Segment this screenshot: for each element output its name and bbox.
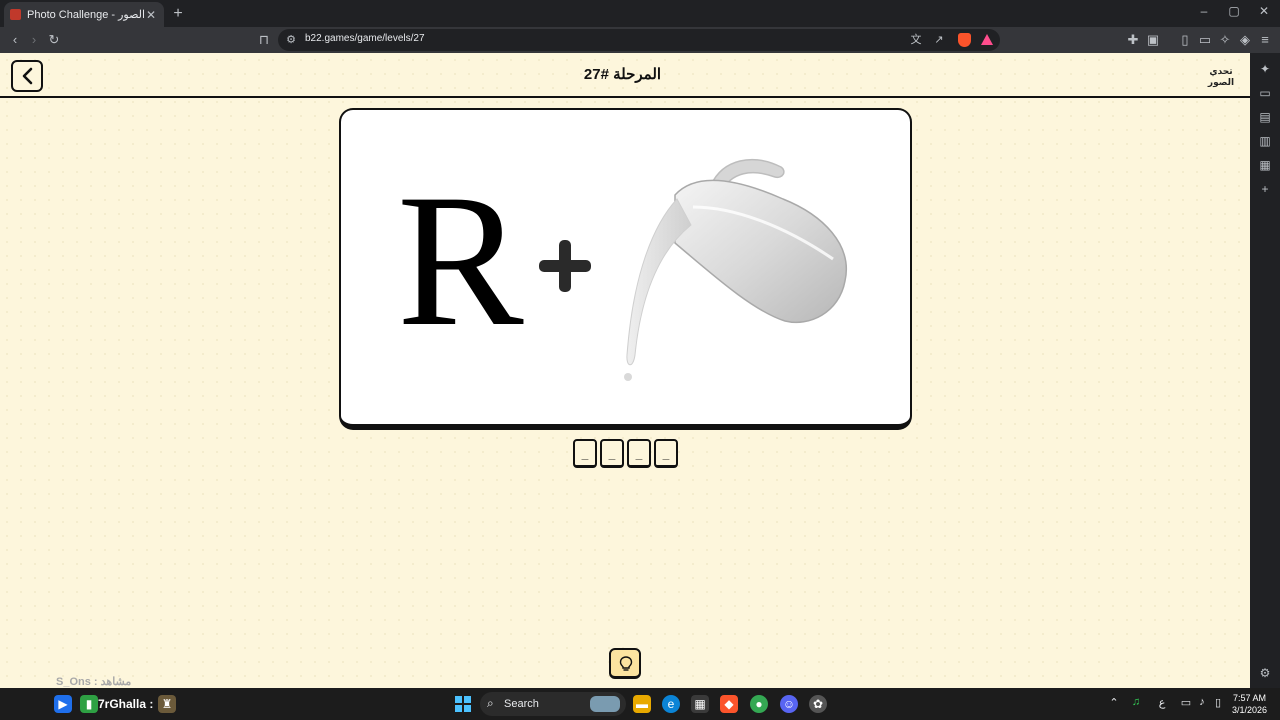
svg-text:الصور: الصور	[1207, 78, 1234, 88]
answer-slot[interactable]: _	[627, 439, 651, 468]
tab-title: Photo Challenge - لعبة تحدي الصور	[27, 9, 144, 21]
minimize-button[interactable]: –	[1196, 4, 1212, 18]
widget-title[interactable]: 7rGhalla :	[98, 697, 153, 711]
brave-shield-icon[interactable]	[958, 33, 971, 47]
vpn-icon[interactable]: ◈	[1236, 31, 1254, 49]
bookmark-icon[interactable]: ⊓	[255, 31, 273, 49]
url-text[interactable]: b22.games/game/levels/27	[305, 33, 425, 44]
svg-text:تحدي: تحدي	[1209, 67, 1232, 77]
brave-rewards-icon[interactable]	[981, 34, 993, 45]
game-page: المرحلة #27 تحدي الصور R _ _ _ _ S_Ons:…	[0, 53, 1250, 688]
new-tab-button[interactable]: +	[170, 5, 186, 23]
plus-icon	[539, 240, 591, 292]
puzzle-letter: R	[397, 156, 524, 366]
clock-time: 7:57 AM	[1233, 693, 1267, 703]
site-logo[interactable]: تحدي الصور	[1204, 61, 1238, 91]
answer-slot[interactable]: _	[654, 439, 678, 468]
network-icon[interactable]: ▭	[1178, 696, 1194, 709]
battery-icon[interactable]: ▯	[1210, 696, 1226, 709]
reload-icon[interactable]: ↻	[45, 31, 63, 49]
tab-close-icon[interactable]: ✕	[144, 8, 158, 22]
widget-app-icon[interactable]: ▶	[54, 695, 72, 713]
browser-tabstrip: Photo Challenge - لعبة تحدي الصور ✕ + – …	[0, 0, 1280, 27]
site-favicon-icon	[10, 9, 21, 20]
browser-tab[interactable]: Photo Challenge - لعبة تحدي الصور ✕	[4, 2, 164, 27]
close-window-button[interactable]: ✕	[1256, 4, 1272, 18]
store-icon[interactable]: ▦	[691, 695, 709, 713]
address-bar[interactable]: ⚙ b22.games/game/levels/27 文 ↗	[278, 29, 1000, 51]
translate-icon[interactable]: 文	[907, 31, 925, 49]
search-label: Search	[504, 698, 539, 710]
file-explorer-icon[interactable]: ▬	[633, 695, 651, 713]
maximize-button[interactable]: ▢	[1226, 4, 1242, 18]
answer-slots: _ _ _ _	[573, 439, 678, 469]
app-icon[interactable]: ✿	[809, 695, 827, 713]
widget-status-icon[interactable]: ▮	[80, 695, 98, 713]
search-highlight-icon	[590, 696, 620, 712]
discord-icon[interactable]: ☺	[780, 695, 798, 713]
playlist-icon[interactable]: ▭	[1257, 85, 1273, 101]
taskbar: ▶ ▮ 7rGhalla : ♜ ⌕ Search ▬ e ▦ ◆ ● ☺ ✿ …	[0, 688, 1280, 720]
forward-arrow-icon[interactable]: ›	[25, 31, 43, 49]
taskbar-search[interactable]: ⌕ Search	[480, 692, 626, 716]
sidebar-toggle-icon[interactable]: ▯	[1176, 31, 1194, 49]
level-title: المرحلة #27	[583, 66, 662, 83]
answer-slot[interactable]: _	[600, 439, 624, 468]
chrome-icon[interactable]: ●	[750, 695, 768, 713]
browser-sidebar: ✦ ▭ ▤ ▥ ▦ + ⚙	[1250, 53, 1280, 688]
menu-icon[interactable]: ≡	[1256, 31, 1274, 49]
stream-watermark: S_Ons : مشاهد	[56, 676, 132, 688]
wallet-sidebar-icon[interactable]: ▤	[1257, 109, 1273, 125]
start-menu-icon[interactable]	[455, 696, 471, 712]
edge-icon[interactable]: e	[662, 695, 680, 713]
answer-slot[interactable]: _	[573, 439, 597, 468]
widget-thumbnail-icon[interactable]: ♜	[158, 695, 176, 713]
back-arrow-icon[interactable]: ‹	[6, 31, 24, 49]
search-icon: ⌕	[487, 696, 494, 710]
tray-overflow-icon[interactable]: ⌃	[1106, 696, 1122, 709]
taskbar-clock[interactable]: 7:57 AM 3/1/2026	[1232, 692, 1267, 716]
clock-date: 3/1/2026	[1232, 705, 1268, 715]
add-sidebar-item-icon[interactable]: +	[1257, 181, 1273, 197]
leo-ai-icon[interactable]: ✧	[1216, 31, 1234, 49]
microphone-icon[interactable]: ♫	[1128, 696, 1144, 708]
browser-toolbar: ‹ › ↻ ⊓ ⚙ b22.games/game/levels/27 文 ↗ ✚…	[0, 27, 1280, 53]
share-icon[interactable]: ↗	[930, 31, 948, 49]
sidebar-settings-icon[interactable]: ⚙	[1257, 665, 1273, 681]
puzzle-card: R	[339, 108, 912, 430]
hint-button[interactable]	[609, 648, 641, 679]
reading-list-icon[interactable]: ▦	[1257, 157, 1273, 173]
site-info-icon[interactable]: ⚙	[282, 31, 300, 49]
milk-pitcher-image	[624, 159, 847, 381]
brave-browser-icon[interactable]: ◆	[720, 695, 738, 713]
volume-icon[interactable]: ♪	[1194, 696, 1210, 708]
lightbulb-icon	[619, 656, 633, 671]
language-indicator[interactable]: ع	[1154, 696, 1170, 709]
extensions-icon[interactable]: ✚	[1124, 31, 1142, 49]
leo-sidebar-icon[interactable]: ✦	[1257, 61, 1273, 77]
bookmarks-sidebar-icon[interactable]: ▥	[1257, 133, 1273, 149]
wallet-icon[interactable]: ▭	[1196, 31, 1214, 49]
tab-search-icon[interactable]: ▣	[1144, 31, 1162, 49]
game-header: المرحلة #27 تحدي الصور	[0, 53, 1250, 98]
